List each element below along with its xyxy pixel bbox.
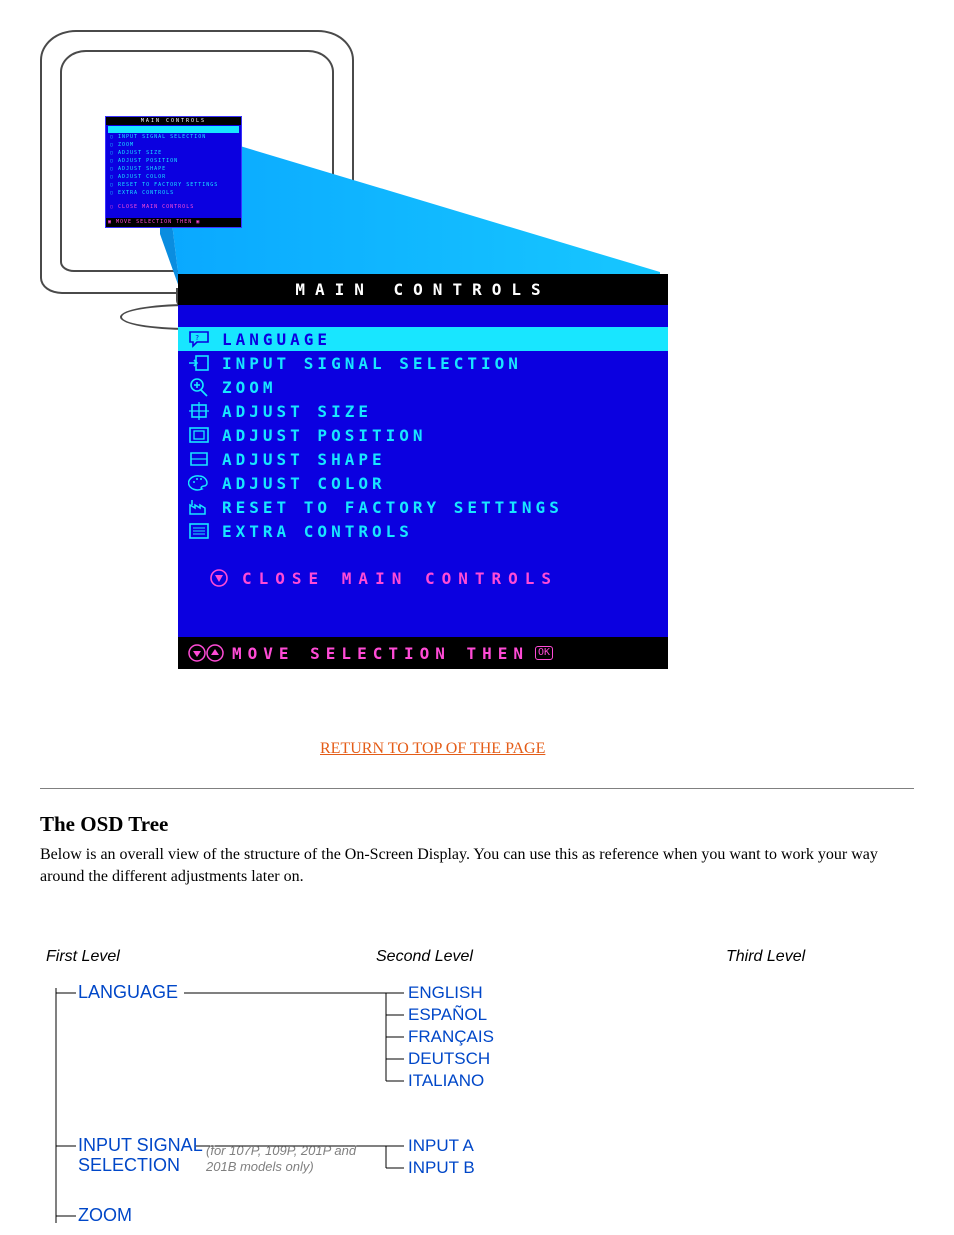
osd-item-label: INPUT SIGNAL SELECTION xyxy=(222,354,522,373)
osd-item-reset-factory[interactable]: RESET TO FACTORY SETTINGS xyxy=(178,495,668,519)
osd-item-adjust-position[interactable]: ADJUST POSITION xyxy=(178,423,668,447)
osd-item-adjust-shape[interactable]: ADJUST SHAPE xyxy=(178,447,668,471)
osd-item-label: ADJUST POSITION xyxy=(222,426,427,445)
osd-item-label: LANGUAGE xyxy=(222,330,331,349)
ok-icon: OK xyxy=(535,646,553,660)
osd-item-label: ZOOM xyxy=(222,378,277,397)
osd-footer-label: MOVE SELECTION THEN xyxy=(232,644,529,663)
osd-footer-hint: MOVE SELECTION THEN OK xyxy=(178,637,668,669)
osd-item-input-signal[interactable]: INPUT SIGNAL SELECTION xyxy=(178,351,668,375)
palette-icon xyxy=(186,472,212,494)
magnifier-plus-icon xyxy=(186,376,212,398)
screen-position-icon xyxy=(186,424,212,446)
osd-item-adjust-size[interactable]: ADJUST SIZE xyxy=(178,399,668,423)
osd-item-label: RESET TO FACTORY SETTINGS xyxy=(222,498,563,517)
osd-thumbnail: MAIN CONTROLS ▢ INPUT SIGNAL SELECTION ▢… xyxy=(105,116,242,228)
tree-l2-input-a: INPUT A xyxy=(408,1136,474,1156)
tree-l1-language: LANGUAGE xyxy=(78,982,178,1003)
tree-l1-input-line1: INPUT SIGNAL xyxy=(78,1135,203,1156)
tree-input-note: (for 107P, 109P, 201P and 201B models on… xyxy=(206,1143,376,1174)
factory-icon xyxy=(186,496,212,518)
list-icon xyxy=(186,520,212,542)
up-down-triangle-icon xyxy=(186,642,226,664)
screen-shape-icon xyxy=(186,448,212,470)
tree-l1-zoom: ZOOM xyxy=(78,1205,132,1226)
osd-item-adjust-color[interactable]: ADJUST COLOR xyxy=(178,471,668,495)
osd-item-label: EXTRA CONTROLS xyxy=(222,522,413,541)
tree-l2-english: ENGLISH xyxy=(408,983,483,1003)
osd-item-label: ADJUST SHAPE xyxy=(222,450,386,469)
tree-l2-espanol: ESPAÑOL xyxy=(408,1005,487,1025)
osd-close-label: CLOSE MAIN CONTROLS xyxy=(242,569,558,588)
osd-item-zoom[interactable]: ZOOM xyxy=(178,375,668,399)
osd-item-extra-controls[interactable]: EXTRA CONTROLS xyxy=(178,519,668,543)
osd-tree-heading: The OSD Tree xyxy=(40,812,168,837)
speech-balloon-icon: ? xyxy=(186,328,212,350)
osd-item-label: ADJUST COLOR xyxy=(222,474,386,493)
tree-l2-input-b: INPUT B xyxy=(408,1158,475,1178)
osd-tree-diagram: First Level Second Level Third Level xyxy=(46,948,906,1228)
down-triangle-icon xyxy=(206,567,232,589)
osd-menu-list: ? LANGUAGE INPUT SIGNAL SELECTION ZOOM xyxy=(178,327,668,543)
osd-item-label: ADJUST SIZE xyxy=(222,402,372,421)
tree-l2-italiano: ITALIANO xyxy=(408,1071,484,1091)
input-arrow-icon xyxy=(186,352,212,374)
resize-arrows-icon xyxy=(186,400,212,422)
tree-l1-input-line2: SELECTION xyxy=(78,1155,180,1176)
svg-text:?: ? xyxy=(195,334,199,342)
osd-close-main-controls[interactable]: CLOSE MAIN CONTROLS xyxy=(178,567,668,589)
osd-main-controls-panel: MAIN CONTROLS ? LANGUAGE INPUT SIGNAL SE… xyxy=(178,274,668,669)
osd-item-language[interactable]: ? LANGUAGE xyxy=(178,327,668,351)
section-divider xyxy=(40,788,914,789)
return-to-top-link[interactable]: RETURN TO TOP OF THE PAGE xyxy=(320,740,545,758)
tree-l2-francais: FRANÇAIS xyxy=(408,1027,494,1047)
tree-l2-deutsch: DEUTSCH xyxy=(408,1049,490,1069)
osd-title: MAIN CONTROLS xyxy=(178,274,668,305)
osd-tree-paragraph: Below is an overall view of the structur… xyxy=(40,844,900,887)
